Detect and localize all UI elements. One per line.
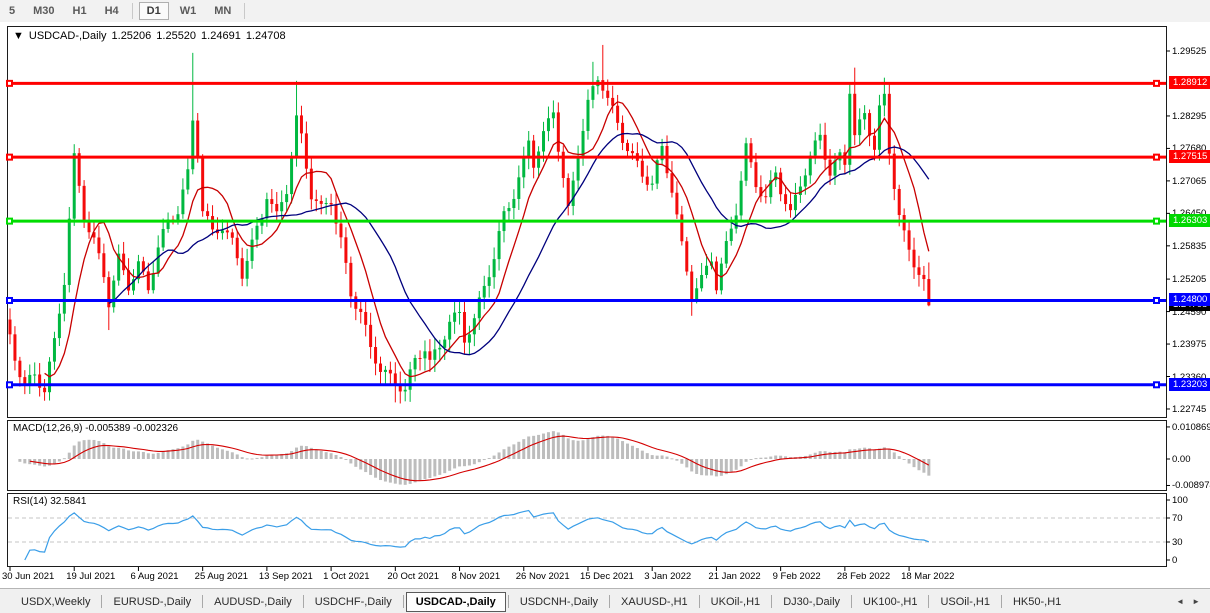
tab-scroll-right-icon[interactable]: ►: [1192, 597, 1200, 606]
chart-tab-eurusd-daily[interactable]: EURUSD-,Daily: [104, 593, 200, 611]
toolbar-separator: [244, 3, 245, 19]
chart-title-symbol: USDCAD-,Daily: [29, 30, 107, 42]
chart-tab-usdchf-daily[interactable]: USDCHF-,Daily: [306, 593, 401, 611]
chart-tab-ukoil-h1[interactable]: UKOil-,H1: [702, 593, 770, 611]
timeframe-button-w1[interactable]: W1: [173, 3, 204, 19]
chart-tab-hk50-h1[interactable]: HK50-,H1: [1004, 593, 1070, 611]
timeframe-button-h1[interactable]: H1: [66, 3, 94, 19]
chart-tab-usdx-weekly[interactable]: USDX,Weekly: [12, 593, 99, 611]
chart-tab-usdcnh-daily[interactable]: USDCNH-,Daily: [511, 593, 607, 611]
chart-low-value: 1.24691: [201, 30, 241, 42]
chart-tab-dj30-daily[interactable]: DJ30-,Daily: [774, 593, 849, 611]
moving-averages-group: [45, 102, 929, 377]
timeframe-button-d1[interactable]: D1: [139, 2, 169, 20]
horizontal-lines-group[interactable]: [6, 80, 1166, 388]
mt4-window: 5M30 H1H4 D1W1MN ▼ USDCAD-,Daily 1.25206 1.25…: [0, 0, 1210, 613]
tab-separator: [1001, 595, 1002, 608]
symbol-dropdown-icon[interactable]: ▼: [13, 30, 24, 42]
tab-separator: [609, 595, 610, 608]
price-badge: 1.26303: [1169, 214, 1210, 227]
candles-group: [9, 45, 931, 404]
rsi-label: RSI(14) 32.5841: [13, 496, 86, 507]
tab-separator: [101, 595, 102, 608]
tab-separator: [771, 595, 772, 608]
chart-tab-xauusd-h1[interactable]: XAUUSD-,H1: [612, 593, 697, 611]
tab-separator: [403, 595, 404, 608]
price-badge: 1.28912: [1169, 76, 1210, 89]
timeframe-button-h4[interactable]: H4: [98, 3, 126, 19]
timeframe-button-m30[interactable]: M30: [26, 3, 61, 19]
tab-separator: [303, 595, 304, 608]
tab-separator: [202, 595, 203, 608]
chart-open-value: 1.25206: [112, 30, 152, 42]
chart-high-value: 1.25520: [156, 30, 196, 42]
axis-ticks-group: [10, 51, 1170, 571]
price-badge: 1.24800: [1169, 293, 1210, 306]
tab-scroll-left-icon[interactable]: ◄: [1176, 597, 1184, 606]
tab-separator: [699, 595, 700, 608]
rsi-group: [8, 511, 1166, 561]
chart-tab-usoil-h1[interactable]: USOil-,H1: [931, 593, 999, 611]
chart-title: ▼ USDCAD-,Daily 1.25206 1.25520 1.24691 1.247…: [13, 30, 291, 42]
chart-tab-audusd-daily[interactable]: AUDUSD-,Daily: [205, 593, 301, 611]
chart-close-value: 1.24708: [246, 30, 286, 42]
timeframe-button-5[interactable]: 5: [2, 3, 22, 19]
chart-tab-uk100-h1[interactable]: UK100-,H1: [854, 593, 926, 611]
tab-scroll-arrows: ◄►: [1176, 597, 1200, 606]
chart-area: ▼ USDCAD-,Daily 1.25206 1.25520 1.24691 1.247…: [0, 22, 1210, 588]
chart-canvas[interactable]: [0, 22, 1210, 588]
price-badge: 1.23203: [1169, 378, 1210, 391]
tab-separator: [851, 595, 852, 608]
timeframe-button-mn[interactable]: MN: [207, 3, 238, 19]
toolbar-separator: [132, 3, 133, 19]
macd-group: [18, 431, 930, 485]
chart-tabs-bar: USDX,Weekly EURUSD-,Daily AUDUSD-,Daily USD…: [0, 588, 1210, 613]
price-badge: 1.27515: [1169, 150, 1210, 163]
tab-separator: [928, 595, 929, 608]
chart-tab-usdcad-daily[interactable]: USDCAD-,Daily: [406, 592, 506, 612]
macd-label: MACD(12,26,9) -0.005389 -0.002326: [13, 423, 178, 434]
tab-separator: [508, 595, 509, 608]
timeframe-toolbar: 5M30 H1H4 D1W1MN: [0, 0, 1210, 23]
